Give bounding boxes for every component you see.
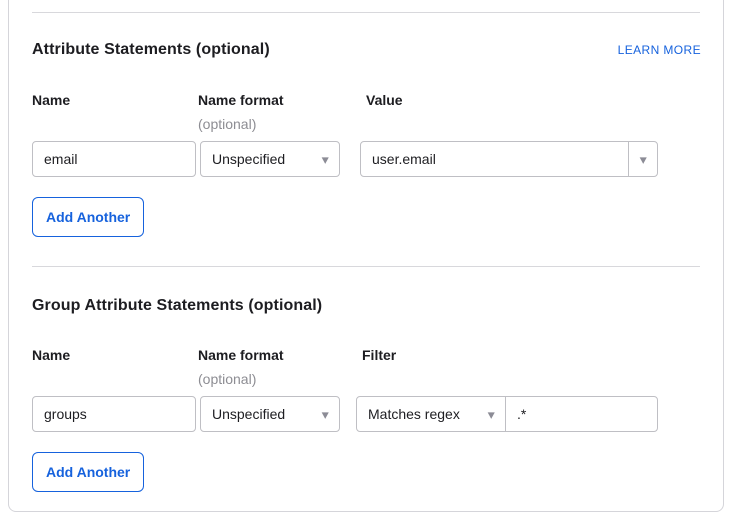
- attribute-name-format-select[interactable]: Unspecified ▾: [200, 141, 340, 177]
- attribute-name-input[interactable]: [32, 141, 196, 177]
- group-attribute-name-format-select[interactable]: Unspecified ▾: [200, 396, 340, 432]
- add-another-attribute-button[interactable]: Add Another: [32, 197, 144, 237]
- section-divider: [32, 12, 700, 13]
- col-header-filter: Filter: [362, 347, 396, 363]
- group-attribute-statements-title: Group Attribute Statements (optional): [32, 297, 322, 315]
- col-header-name-format-optional: (optional): [198, 371, 256, 387]
- col-header-name: Name: [32, 92, 70, 108]
- group-attribute-name-input[interactable]: [32, 396, 196, 432]
- group-filter-type-select[interactable]: Matches regex ▾: [356, 396, 506, 432]
- col-header-name-format-optional: (optional): [198, 116, 256, 132]
- attribute-value-dropdown-button[interactable]: ▾: [628, 141, 658, 177]
- learn-more-link[interactable]: LEARN MORE: [618, 43, 701, 57]
- chevron-down-icon: ▾: [322, 153, 329, 166]
- attribute-statements-title: Attribute Statements (optional): [32, 41, 270, 59]
- chevron-down-icon: ▾: [488, 408, 495, 421]
- col-header-name-format: Name format: [198, 347, 284, 363]
- col-header-name-format: Name format: [198, 92, 284, 108]
- group-attribute-name-format-select-value: Unspecified: [212, 406, 285, 422]
- saml-settings-card: Attribute Statements (optional) LEARN MO…: [8, 0, 724, 512]
- group-filter-value-input[interactable]: [505, 396, 658, 432]
- chevron-down-icon: ▾: [322, 408, 329, 421]
- attribute-value-input[interactable]: [360, 141, 629, 177]
- col-header-value: Value: [366, 92, 403, 108]
- group-filter-type-select-value: Matches regex: [368, 406, 460, 422]
- section-divider: [32, 266, 700, 267]
- col-header-name: Name: [32, 347, 70, 363]
- add-another-group-attribute-button[interactable]: Add Another: [32, 452, 144, 492]
- attribute-name-format-select-value: Unspecified: [212, 151, 285, 167]
- chevron-down-icon: ▾: [639, 153, 646, 166]
